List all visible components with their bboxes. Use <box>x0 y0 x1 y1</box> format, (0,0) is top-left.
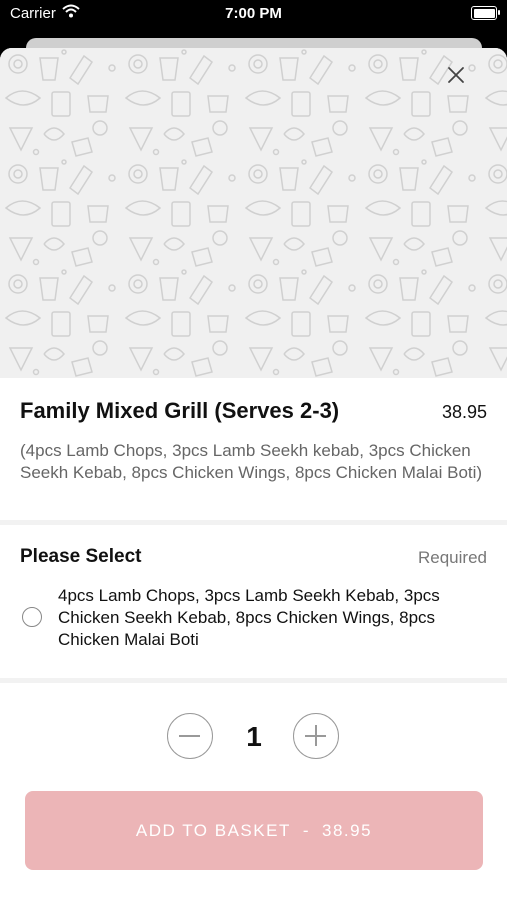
divider <box>0 678 507 683</box>
option-row[interactable]: 4pcs Lamb Chops, 3pcs Lamb Seekh Kebab, … <box>0 583 507 655</box>
item-description: (4pcs Lamb Chops, 3pcs Lamb Seekh kebab,… <box>20 441 483 482</box>
option-label: 4pcs Lamb Chops, 3pcs Lamb Seekh Kebab, … <box>58 586 440 649</box>
item-title: Family Mixed Grill (Serves 2-3) <box>20 398 340 423</box>
quantity-stepper: 1 <box>0 713 507 763</box>
quantity-value: 1 <box>246 721 262 752</box>
item-image-placeholder <box>0 48 507 378</box>
item-price: 38.95 <box>441 402 487 422</box>
required-label: Required <box>418 548 487 567</box>
status-time: 7:00 PM <box>225 5 282 22</box>
status-bar: Carrier 7:00 PM <box>0 0 507 28</box>
option-radio[interactable] <box>22 607 42 627</box>
food-doodle-pattern <box>0 48 507 378</box>
close-button[interactable] <box>447 66 477 96</box>
increase-quantity-button[interactable] <box>293 713 339 759</box>
add-button-separator: - <box>302 820 311 840</box>
add-to-basket-button[interactable]: ADD TO BASKET - 38.95 <box>25 791 483 870</box>
add-button-price: 38.95 <box>322 820 373 840</box>
battery-icon <box>471 6 500 20</box>
decrease-quantity-button[interactable] <box>167 713 213 759</box>
item-detail-sheet: Family Mixed Grill (Serves 2-3) 38.95 (4… <box>0 48 507 900</box>
close-icon <box>448 67 464 83</box>
options-section-title: Please Select <box>20 546 142 567</box>
add-button-label: ADD TO BASKET <box>135 820 291 840</box>
divider <box>0 520 507 525</box>
